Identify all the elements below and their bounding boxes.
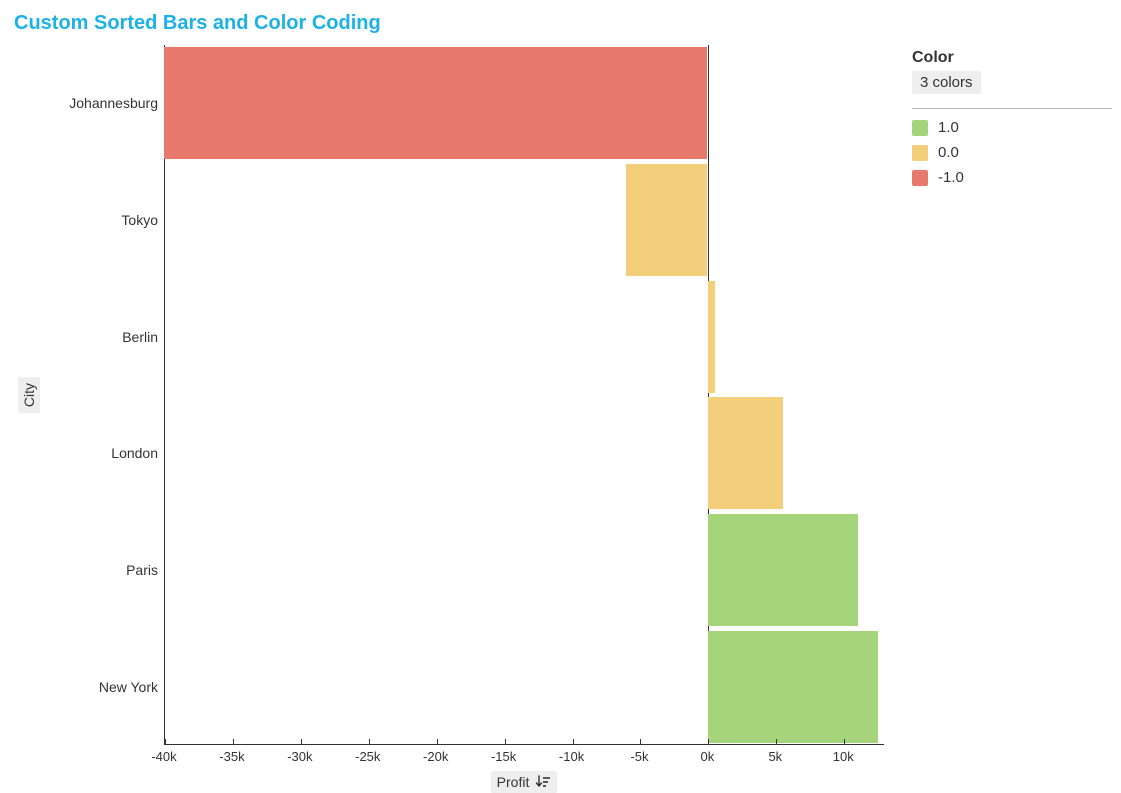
x-axis-title: Profit <box>491 771 558 793</box>
x-tick-label: -40k <box>151 749 176 764</box>
bar <box>164 47 707 159</box>
legend-label: -1.0 <box>938 169 964 186</box>
y-tick-label: New York <box>99 679 158 695</box>
x-tick-label: -5k <box>630 749 648 764</box>
y-tick-label: London <box>111 445 158 461</box>
legend-swatch <box>912 120 928 136</box>
legend-item: -1.0 <box>912 169 1112 186</box>
x-axis-ticks: -40k-35k-30k-25k-20k-15k-10k-5k0k5k10k <box>164 745 884 765</box>
legend-divider <box>912 108 1112 109</box>
x-tick-label: -35k <box>219 749 244 764</box>
x-tick-label: -30k <box>287 749 312 764</box>
legend-swatch <box>912 145 928 161</box>
x-tick-label: -25k <box>355 749 380 764</box>
x-axis-title-label: Profit <box>497 774 530 790</box>
x-tick-label: -20k <box>423 749 448 764</box>
legend-title: Color <box>912 49 1112 67</box>
legend-swatch <box>912 170 928 186</box>
y-tick-label: Berlin <box>122 329 158 345</box>
bar <box>708 514 857 626</box>
x-tick-label: 5k <box>768 749 782 764</box>
plot-area <box>164 45 884 745</box>
legend-item: 1.0 <box>912 119 1112 136</box>
bar <box>708 281 715 393</box>
legend-summary: 3 colors <box>912 71 981 94</box>
bar <box>708 397 783 509</box>
x-tick-label: 0k <box>701 749 715 764</box>
x-tick-label: -10k <box>559 749 584 764</box>
x-tick-label: -15k <box>491 749 516 764</box>
x-tick-label: 10k <box>833 749 854 764</box>
legend-label: 0.0 <box>938 144 959 161</box>
y-tick-label: Paris <box>126 562 158 578</box>
chart-area: City Johannesburg Tokyo Berlin London Paris N… <box>14 45 1107 793</box>
bar <box>626 164 708 276</box>
legend-item: 0.0 <box>912 144 1112 161</box>
bar <box>708 631 878 743</box>
sort-descending-icon <box>535 774 551 790</box>
y-axis-title-wrap: City <box>14 45 44 745</box>
y-tick-label: Johannesburg <box>69 95 158 111</box>
y-tick-label: Tokyo <box>121 212 158 228</box>
y-axis-labels: Johannesburg Tokyo Berlin London Paris New Yo… <box>44 45 164 745</box>
legend-label: 1.0 <box>938 119 959 136</box>
color-legend: Color 3 colors 1.0 0.0 -1.0 <box>912 45 1112 745</box>
chart-title: Custom Sorted Bars and Color Coding <box>14 12 1107 35</box>
y-axis-title: City <box>18 377 40 413</box>
